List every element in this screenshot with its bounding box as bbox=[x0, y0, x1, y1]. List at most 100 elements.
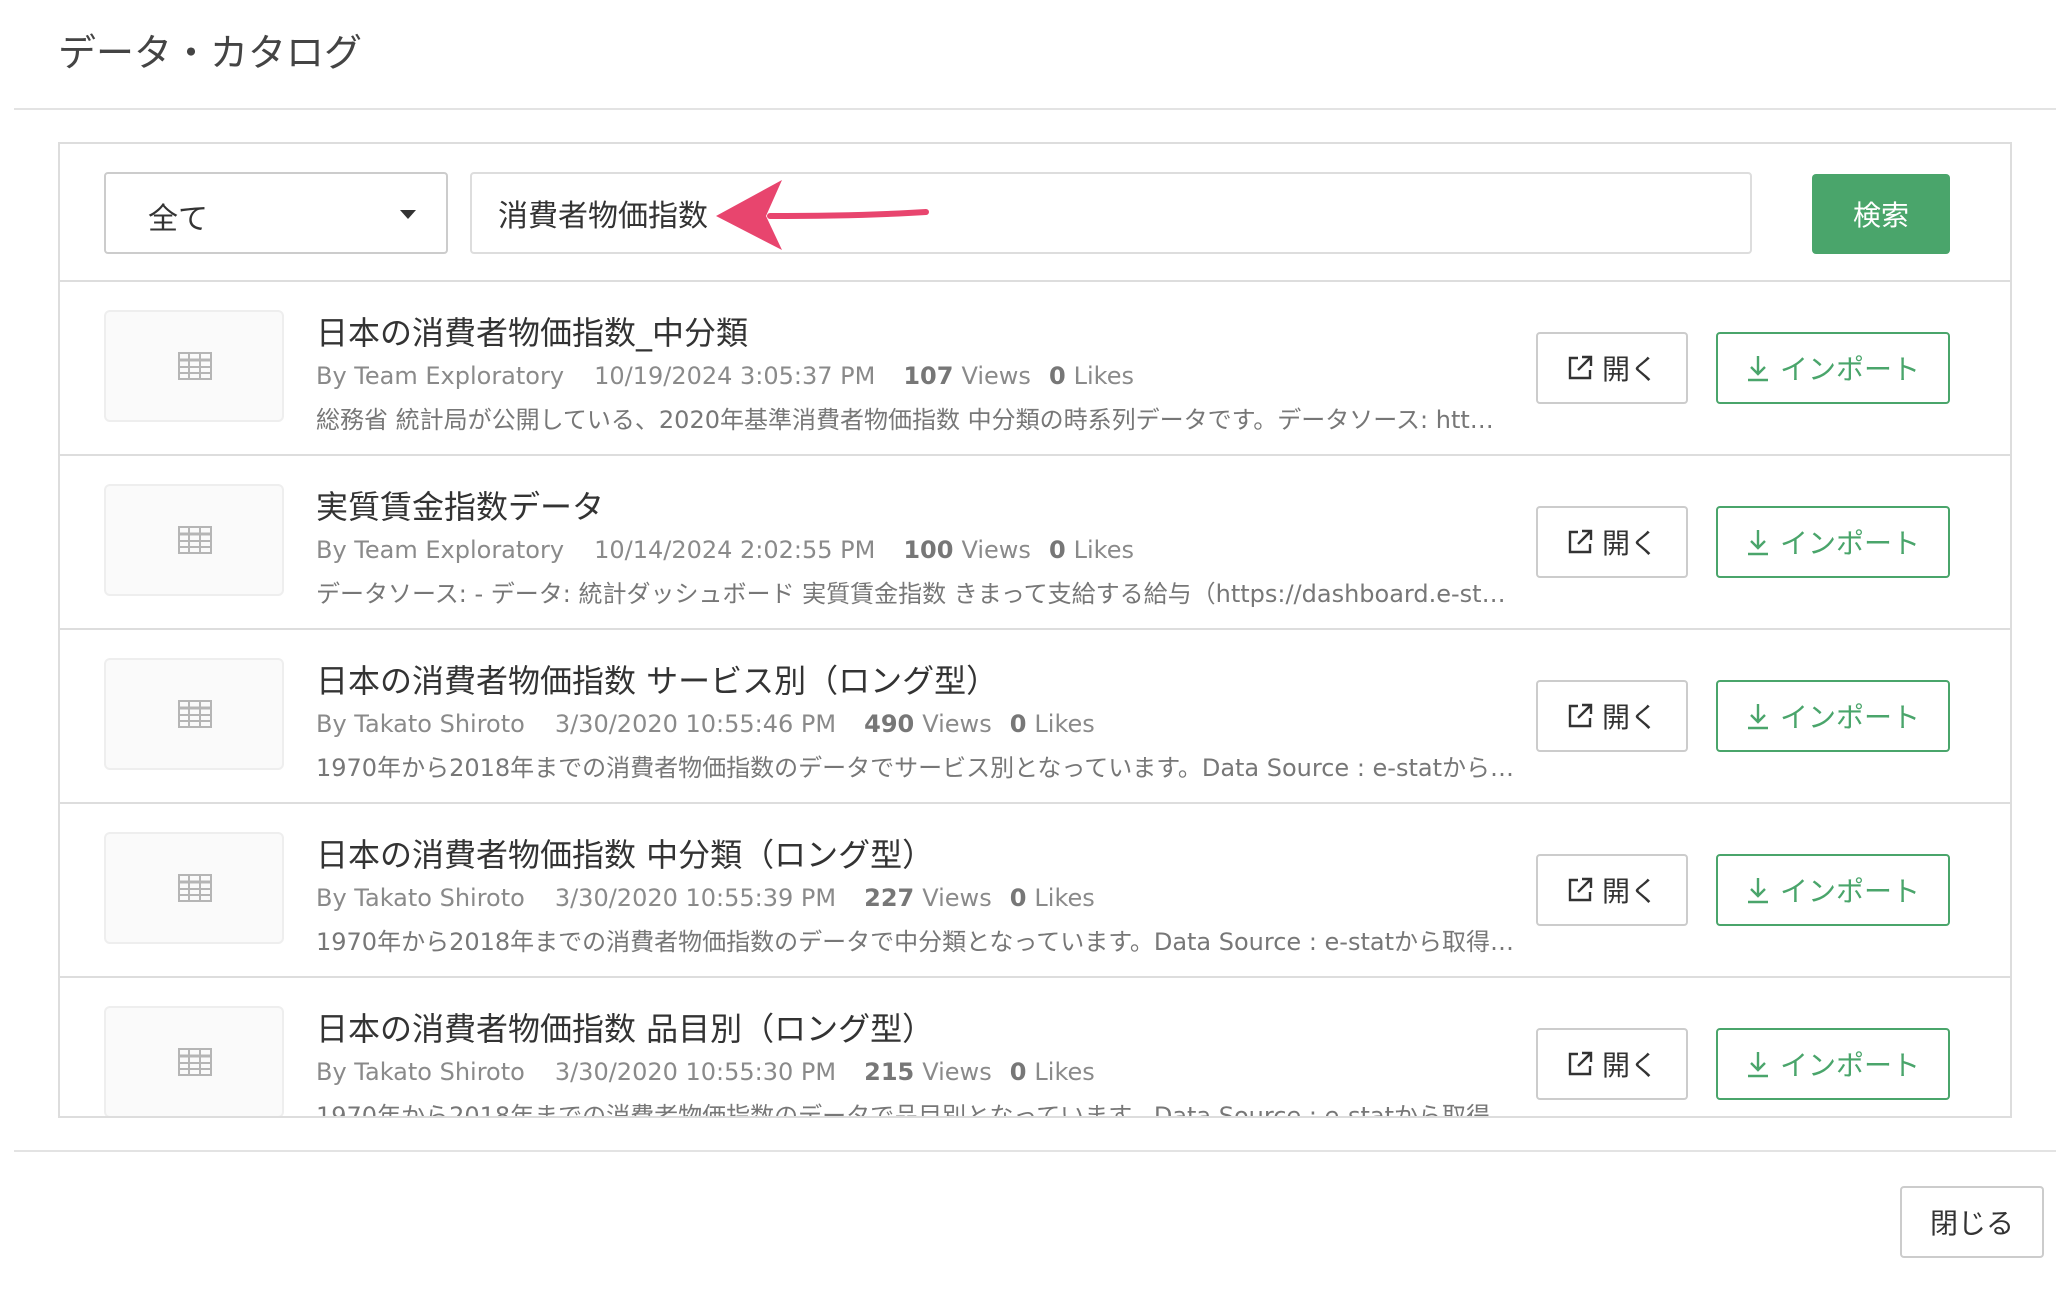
dataset-date: 3/30/2020 10:55:30 PM bbox=[554, 1058, 837, 1086]
likes-label: Likes bbox=[1034, 884, 1095, 912]
likes-count: 0 bbox=[1009, 710, 1027, 738]
table-icon bbox=[178, 352, 212, 380]
dataset-author: By Takato Shiroto bbox=[316, 710, 525, 738]
external-link-icon bbox=[1568, 355, 1593, 380]
likes-count: 0 bbox=[1048, 362, 1066, 390]
dataset-thumbnail[interactable] bbox=[104, 310, 284, 422]
open-button[interactable]: 開く bbox=[1536, 506, 1688, 578]
likes-count: 0 bbox=[1048, 536, 1066, 564]
likes-label: Likes bbox=[1073, 362, 1134, 390]
external-link-icon bbox=[1568, 529, 1593, 554]
annotation-arrow-icon bbox=[716, 180, 929, 250]
search-button[interactable]: 検索 bbox=[1812, 174, 1950, 254]
import-label: インポート bbox=[1779, 1049, 1920, 1082]
open-button[interactable]: 開く bbox=[1536, 332, 1688, 404]
views-label: Views bbox=[922, 1058, 992, 1086]
dataset-description: 総務省 統計局が公開している、2020年基準消費者物価指数 中分類の時系列データ… bbox=[316, 406, 1494, 434]
import-label: インポート bbox=[1779, 527, 1920, 560]
dataset-description: データソース: - データ: 統計ダッシュボード 実質賃金指数 きまって支給する… bbox=[316, 580, 1506, 608]
header-divider bbox=[14, 108, 2056, 110]
dialog-header: データ・カタログ bbox=[0, 0, 2056, 110]
open-button[interactable]: 開く bbox=[1536, 680, 1688, 752]
download-icon bbox=[1747, 356, 1768, 382]
dataset-meta: By Takato Shiroto 3/30/2020 10:55:30 PM 21… bbox=[316, 1058, 1095, 1086]
import-label: インポート bbox=[1779, 701, 1920, 734]
dataset-date: 3/30/2020 10:55:46 PM bbox=[554, 710, 837, 738]
import-button[interactable]: インポート bbox=[1716, 506, 1950, 578]
open-label: 開く bbox=[1601, 527, 1658, 560]
dataset-meta: By Team Exploratory 10/14/2024 2:02:55 PM… bbox=[316, 536, 1134, 564]
open-button[interactable]: 開く bbox=[1536, 1028, 1688, 1100]
import-button[interactable]: インポート bbox=[1716, 854, 1950, 926]
open-label: 開く bbox=[1601, 875, 1658, 908]
search-input[interactable] bbox=[470, 172, 1752, 254]
external-link-icon bbox=[1568, 1051, 1593, 1076]
views-count: 227 bbox=[864, 884, 915, 912]
dataset-date: 10/14/2024 2:02:55 PM bbox=[594, 536, 876, 564]
dataset-description: 1970年から2018年までの消費者物価指数のデータでサービス別となっています。… bbox=[316, 754, 1514, 782]
import-button[interactable]: インポート bbox=[1716, 332, 1950, 404]
search-bar: 全て 検索 bbox=[60, 144, 2010, 282]
result-row: 日本の消費者物価指数_中分類 By Team Exploratory 10/19/… bbox=[60, 282, 2010, 456]
category-select[interactable]: 全て bbox=[104, 172, 448, 254]
views-label: Views bbox=[922, 710, 992, 738]
caret-down-icon bbox=[400, 210, 416, 219]
dataset-meta: By Takato Shiroto 3/30/2020 10:55:46 PM 49… bbox=[316, 710, 1095, 738]
result-row: 実質賃金指数データ By Team Exploratory 10/14/2024 … bbox=[60, 456, 2010, 630]
result-row: 日本の消費者物価指数 品目別（ロング型） By Takato Shiroto 3/… bbox=[60, 978, 2010, 1118]
external-link-icon bbox=[1568, 703, 1593, 728]
dataset-title[interactable]: 日本の消費者物価指数_中分類 bbox=[316, 308, 748, 354]
views-label: Views bbox=[961, 362, 1031, 390]
likes-count: 0 bbox=[1009, 884, 1027, 912]
likes-label: Likes bbox=[1034, 1058, 1095, 1086]
category-select-value: 全て bbox=[148, 202, 208, 237]
dataset-description: 1970年から2018年までの消費者物価指数のデータで品目別となっています。Da… bbox=[316, 1102, 1514, 1118]
dataset-meta: By Takato Shiroto 3/30/2020 10:55:39 PM 22… bbox=[316, 884, 1095, 912]
views-count: 107 bbox=[903, 362, 954, 390]
views-label: Views bbox=[922, 884, 992, 912]
table-icon bbox=[178, 874, 212, 902]
download-icon bbox=[1747, 878, 1768, 904]
result-row: 日本の消費者物価指数 中分類（ロング型） By Takato Shiroto 3/… bbox=[60, 804, 2010, 978]
table-icon bbox=[178, 1048, 212, 1076]
dataset-date: 3/30/2020 10:55:39 PM bbox=[554, 884, 837, 912]
download-icon bbox=[1747, 1052, 1768, 1078]
download-icon bbox=[1747, 530, 1768, 556]
import-button[interactable]: インポート bbox=[1716, 1028, 1950, 1100]
dataset-thumbnail[interactable] bbox=[104, 658, 284, 770]
dataset-title[interactable]: 日本の消費者物価指数 品目別（ロング型） bbox=[316, 1004, 934, 1050]
close-button[interactable]: 閉じる bbox=[1900, 1186, 2044, 1258]
import-label: インポート bbox=[1779, 353, 1920, 386]
import-label: インポート bbox=[1779, 875, 1920, 908]
open-label: 開く bbox=[1601, 1049, 1658, 1082]
views-label: Views bbox=[961, 536, 1031, 564]
footer-divider bbox=[14, 1150, 2056, 1152]
likes-label: Likes bbox=[1073, 536, 1134, 564]
result-row: 日本の消費者物価指数 サービス別（ロング型） By Takato Shiroto… bbox=[60, 630, 2010, 804]
dataset-title[interactable]: 日本の消費者物価指数 サービス別（ロング型） bbox=[316, 656, 998, 702]
likes-count: 0 bbox=[1009, 1058, 1027, 1086]
dataset-author: By Takato Shiroto bbox=[316, 884, 525, 912]
dataset-thumbnail[interactable] bbox=[104, 832, 284, 944]
dialog-title: データ・カタログ bbox=[58, 31, 363, 75]
likes-label: Likes bbox=[1034, 710, 1095, 738]
dataset-meta: By Team Exploratory 10/19/2024 3:05:37 PM… bbox=[316, 362, 1134, 390]
dataset-thumbnail[interactable] bbox=[104, 484, 284, 596]
import-button[interactable]: インポート bbox=[1716, 680, 1950, 752]
dataset-thumbnail[interactable] bbox=[104, 1006, 284, 1116]
dataset-author: By Takato Shiroto bbox=[316, 1058, 525, 1086]
views-count: 490 bbox=[864, 710, 915, 738]
external-link-icon bbox=[1568, 877, 1593, 902]
views-count: 215 bbox=[864, 1058, 915, 1086]
views-count: 100 bbox=[903, 536, 954, 564]
open-button[interactable]: 開く bbox=[1536, 854, 1688, 926]
table-icon bbox=[178, 526, 212, 554]
dataset-title[interactable]: 日本の消費者物価指数 中分類（ロング型） bbox=[316, 830, 934, 876]
download-icon bbox=[1747, 704, 1768, 730]
open-label: 開く bbox=[1601, 701, 1658, 734]
result-list: 日本の消費者物価指数_中分類 By Team Exploratory 10/19/… bbox=[60, 282, 2010, 1118]
dataset-title[interactable]: 実質賃金指数データ bbox=[316, 482, 604, 528]
catalog-panel: 全て 検索 日本の消費者物価指数_中分類 By Team Exploratory… bbox=[58, 142, 2012, 1118]
dataset-author: By Team Exploratory bbox=[316, 362, 565, 390]
table-icon bbox=[178, 700, 212, 728]
